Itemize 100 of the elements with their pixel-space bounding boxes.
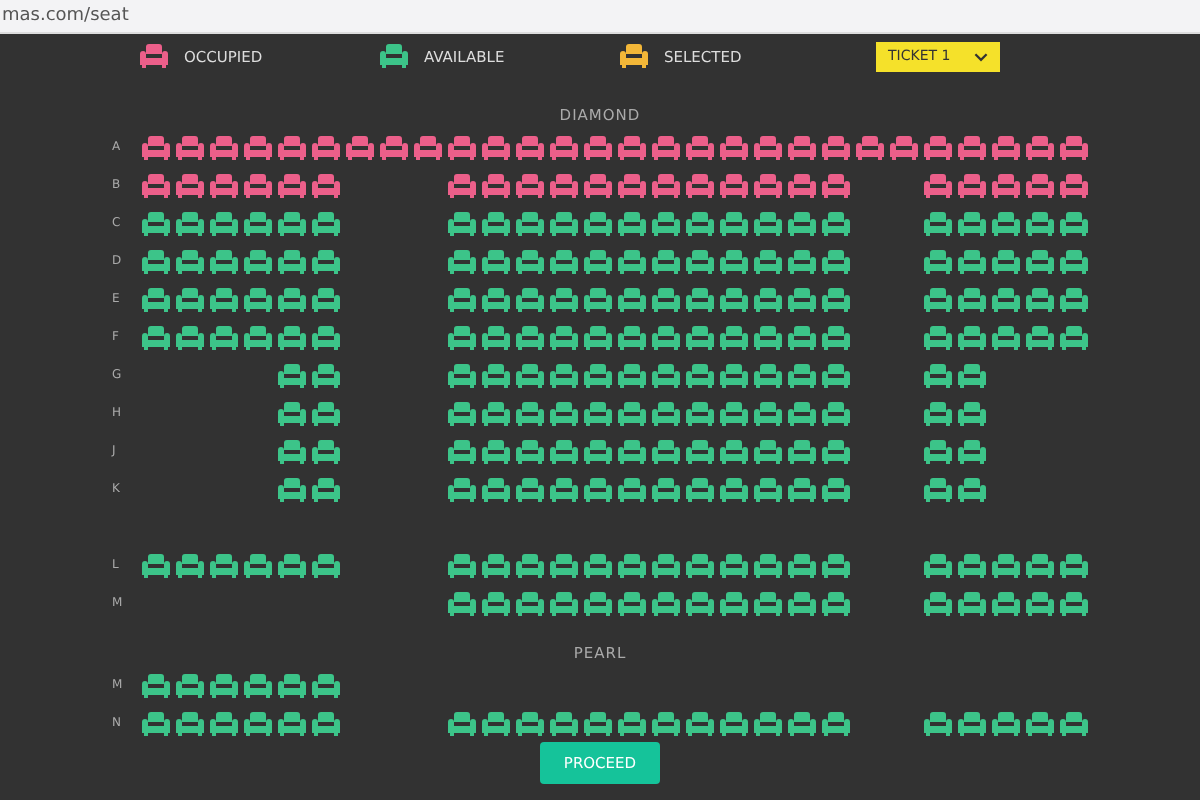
armchair-icon[interactable] xyxy=(651,173,679,197)
armchair-icon[interactable] xyxy=(821,287,849,311)
armchair-icon[interactable] xyxy=(991,173,1019,197)
armchair-icon[interactable] xyxy=(447,553,475,577)
armchair-icon[interactable] xyxy=(753,439,781,463)
armchair-icon[interactable] xyxy=(209,553,237,577)
armchair-icon[interactable] xyxy=(311,173,339,197)
armchair-icon[interactable] xyxy=(957,439,985,463)
armchair-icon[interactable] xyxy=(719,401,747,425)
armchair-icon[interactable] xyxy=(277,287,305,311)
armchair-icon[interactable] xyxy=(617,325,645,349)
armchair-icon[interactable] xyxy=(957,211,985,235)
armchair-icon[interactable] xyxy=(209,325,237,349)
armchair-icon[interactable] xyxy=(651,249,679,273)
armchair-icon[interactable] xyxy=(447,173,475,197)
armchair-icon[interactable] xyxy=(1059,173,1087,197)
armchair-icon[interactable] xyxy=(447,439,475,463)
armchair-icon[interactable] xyxy=(175,711,203,735)
armchair-icon[interactable] xyxy=(481,135,509,159)
armchair-icon[interactable] xyxy=(515,249,543,273)
armchair-icon[interactable] xyxy=(549,591,577,615)
armchair-icon[interactable] xyxy=(1059,325,1087,349)
armchair-icon[interactable] xyxy=(651,135,679,159)
armchair-icon[interactable] xyxy=(243,135,271,159)
armchair-icon[interactable] xyxy=(447,591,475,615)
armchair-icon[interactable] xyxy=(515,135,543,159)
armchair-icon[interactable] xyxy=(685,325,713,349)
armchair-icon[interactable] xyxy=(923,401,951,425)
armchair-icon[interactable] xyxy=(617,401,645,425)
armchair-icon[interactable] xyxy=(787,477,815,501)
armchair-icon[interactable] xyxy=(991,287,1019,311)
armchair-icon[interactable] xyxy=(311,553,339,577)
armchair-icon[interactable] xyxy=(141,287,169,311)
armchair-icon[interactable] xyxy=(583,173,611,197)
armchair-icon[interactable] xyxy=(311,439,339,463)
armchair-icon[interactable] xyxy=(617,553,645,577)
armchair-icon[interactable] xyxy=(311,401,339,425)
armchair-icon[interactable] xyxy=(787,287,815,311)
armchair-icon[interactable] xyxy=(923,477,951,501)
armchair-icon[interactable] xyxy=(549,135,577,159)
armchair-icon[interactable] xyxy=(583,135,611,159)
armchair-icon[interactable] xyxy=(1059,135,1087,159)
armchair-icon[interactable] xyxy=(243,249,271,273)
armchair-icon[interactable] xyxy=(787,401,815,425)
armchair-icon[interactable] xyxy=(685,363,713,387)
armchair-icon[interactable] xyxy=(583,363,611,387)
armchair-icon[interactable] xyxy=(209,173,237,197)
armchair-icon[interactable] xyxy=(1025,211,1053,235)
armchair-icon[interactable] xyxy=(923,211,951,235)
armchair-icon[interactable] xyxy=(515,711,543,735)
armchair-icon[interactable] xyxy=(515,591,543,615)
armchair-icon[interactable] xyxy=(1059,287,1087,311)
armchair-icon[interactable] xyxy=(175,173,203,197)
armchair-icon[interactable] xyxy=(787,711,815,735)
armchair-icon[interactable] xyxy=(175,325,203,349)
armchair-icon[interactable] xyxy=(719,211,747,235)
armchair-icon[interactable] xyxy=(1025,287,1053,311)
armchair-icon[interactable] xyxy=(685,477,713,501)
armchair-icon[interactable] xyxy=(1059,553,1087,577)
armchair-icon[interactable] xyxy=(991,249,1019,273)
armchair-icon[interactable] xyxy=(753,325,781,349)
armchair-icon[interactable] xyxy=(719,325,747,349)
armchair-icon[interactable] xyxy=(243,325,271,349)
armchair-icon[interactable] xyxy=(481,211,509,235)
armchair-icon[interactable] xyxy=(651,553,679,577)
armchair-icon[interactable] xyxy=(685,287,713,311)
armchair-icon[interactable] xyxy=(175,135,203,159)
armchair-icon[interactable] xyxy=(753,211,781,235)
armchair-icon[interactable] xyxy=(719,173,747,197)
armchair-icon[interactable] xyxy=(651,325,679,349)
armchair-icon[interactable] xyxy=(787,135,815,159)
armchair-icon[interactable] xyxy=(651,477,679,501)
armchair-icon[interactable] xyxy=(991,711,1019,735)
armchair-icon[interactable] xyxy=(991,553,1019,577)
armchair-icon[interactable] xyxy=(209,249,237,273)
armchair-icon[interactable] xyxy=(753,401,781,425)
armchair-icon[interactable] xyxy=(243,711,271,735)
armchair-icon[interactable] xyxy=(481,711,509,735)
armchair-icon[interactable] xyxy=(311,477,339,501)
armchair-icon[interactable] xyxy=(243,553,271,577)
armchair-icon[interactable] xyxy=(719,287,747,311)
armchair-icon[interactable] xyxy=(481,477,509,501)
armchair-icon[interactable] xyxy=(923,553,951,577)
armchair-icon[interactable] xyxy=(821,363,849,387)
armchair-icon[interactable] xyxy=(719,249,747,273)
armchair-icon[interactable] xyxy=(549,553,577,577)
armchair-icon[interactable] xyxy=(753,249,781,273)
armchair-icon[interactable] xyxy=(515,477,543,501)
armchair-icon[interactable] xyxy=(515,287,543,311)
armchair-icon[interactable] xyxy=(243,287,271,311)
armchair-icon[interactable] xyxy=(821,211,849,235)
armchair-icon[interactable] xyxy=(141,135,169,159)
armchair-icon[interactable] xyxy=(515,173,543,197)
armchair-icon[interactable] xyxy=(515,325,543,349)
armchair-icon[interactable] xyxy=(923,287,951,311)
armchair-icon[interactable] xyxy=(753,711,781,735)
armchair-icon[interactable] xyxy=(651,591,679,615)
armchair-icon[interactable] xyxy=(209,211,237,235)
armchair-icon[interactable] xyxy=(923,325,951,349)
armchair-icon[interactable] xyxy=(209,287,237,311)
